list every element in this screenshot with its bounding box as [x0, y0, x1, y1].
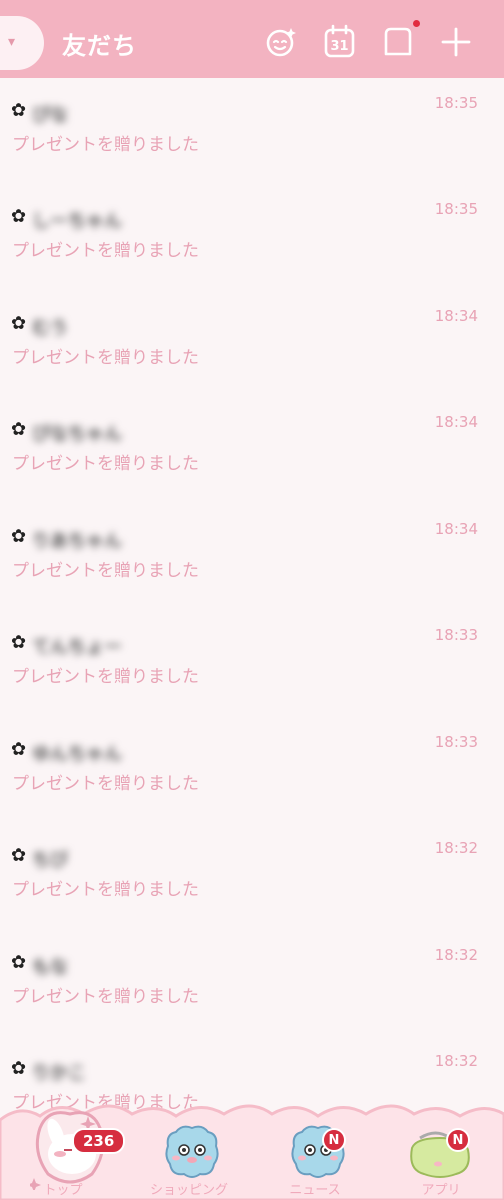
list-item[interactable]: ✿ ちび プレゼントを贈りました 18:32 [0, 823, 504, 929]
list-item[interactable]: ✿ ぴな プレゼントを贈りました 18:35 [0, 78, 504, 184]
nav-apps[interactable]: N アプリ [378, 1100, 504, 1200]
nav-shopping[interactable]: ショッピング [126, 1100, 252, 1200]
nav-label: トップ [43, 1183, 83, 1198]
message-text: プレゼントを贈りました [12, 667, 199, 687]
timestamp: 18:34 [434, 413, 478, 431]
friend-name: てんちょー [32, 637, 122, 658]
blue-monster-icon [165, 1125, 219, 1178]
timestamp: 18:33 [434, 733, 478, 751]
message-text: プレゼントを贈りました [12, 774, 199, 794]
flower-icon: ✿ [11, 632, 27, 653]
list-item[interactable]: ✿ しーちゃん プレゼントを贈りました 18:35 [0, 184, 504, 290]
message-text: プレゼントを贈りました [12, 880, 199, 900]
timestamp: 18:34 [434, 520, 478, 538]
flower-icon: ✿ [11, 419, 27, 440]
list-item[interactable]: ✿ ゆんちゃん プレゼントを贈りました 18:33 [0, 717, 504, 823]
calendar-icon[interactable]: 31 [322, 24, 358, 60]
timestamp: 18:32 [434, 946, 478, 964]
new-badge: N [322, 1128, 346, 1152]
message-text: プレゼントを贈りました [12, 987, 199, 1007]
friend-name: りあちゃん [32, 531, 122, 552]
flower-icon: ✿ [11, 739, 27, 760]
new-badge: N [446, 1128, 470, 1152]
timestamp: 18:34 [434, 307, 478, 325]
note-icon[interactable] [380, 24, 416, 60]
timestamp: 18:35 [434, 94, 478, 112]
chevron-down-icon: ▾ [8, 34, 16, 50]
nav-top[interactable]: 236 トップ [0, 1100, 126, 1200]
friend-name: りかこ [32, 1063, 86, 1084]
message-text: プレゼントを贈りました [12, 241, 199, 261]
nav-label: アプリ [421, 1183, 461, 1198]
friend-name: もな [32, 957, 68, 978]
flower-icon: ✿ [11, 845, 27, 866]
flower-icon: ✿ [11, 1058, 27, 1079]
calendar-day-number: 31 [330, 39, 348, 54]
message-text: プレゼントを贈りました [12, 561, 199, 581]
friend-name: ぴなちゃん [32, 424, 122, 445]
message-text: プレゼントを贈りました [12, 454, 199, 474]
notification-dot [413, 20, 420, 27]
list-item[interactable]: ✿ むう プレゼントを贈りました 18:34 [0, 291, 504, 397]
list-item[interactable]: ✿ もな プレゼントを贈りました 18:32 [0, 930, 504, 1036]
friend-name: むう [32, 318, 68, 339]
timestamp: 18:32 [434, 1052, 478, 1070]
friend-name: ぴな [32, 105, 68, 126]
flower-icon: ✿ [11, 526, 27, 547]
bottom-navigation: 236 トップ ショッピング N ニュース N アプリ [0, 1100, 504, 1200]
list-item[interactable]: ✿ てんちょー プレゼントを贈りました 18:33 [0, 610, 504, 716]
face-sparkle-icon[interactable] [263, 24, 299, 60]
friend-name: ちび [32, 850, 68, 871]
flower-icon: ✿ [11, 952, 27, 973]
flower-icon: ✿ [11, 206, 27, 227]
nav-label: ニュース [289, 1183, 341, 1198]
timestamp: 18:35 [434, 200, 478, 218]
flower-icon: ✿ [11, 313, 27, 334]
message-text: プレゼントを贈りました [12, 348, 199, 368]
friend-name: ゆんちゃん [32, 744, 122, 765]
nav-news[interactable]: N ニュース [252, 1100, 378, 1200]
flower-icon: ✿ [11, 100, 27, 121]
list-item[interactable]: ✿ りあちゃん プレゼントを贈りました 18:34 [0, 504, 504, 610]
message-text: プレゼントを贈りました [12, 135, 199, 155]
unread-count-badge: 236 [72, 1128, 126, 1154]
list-item[interactable]: ✿ ぴなちゃん プレゼントを贈りました 18:34 [0, 397, 504, 503]
nav-label: ショッピング [149, 1183, 228, 1198]
add-icon[interactable] [438, 24, 474, 60]
timestamp: 18:33 [434, 626, 478, 644]
page-title: 友だち [62, 32, 137, 60]
profile-switch-button[interactable]: ▾ [0, 16, 44, 70]
friend-name: しーちゃん [32, 211, 122, 232]
header-bar: ▾ 友だち 31 [0, 0, 504, 78]
timestamp: 18:32 [434, 839, 478, 857]
